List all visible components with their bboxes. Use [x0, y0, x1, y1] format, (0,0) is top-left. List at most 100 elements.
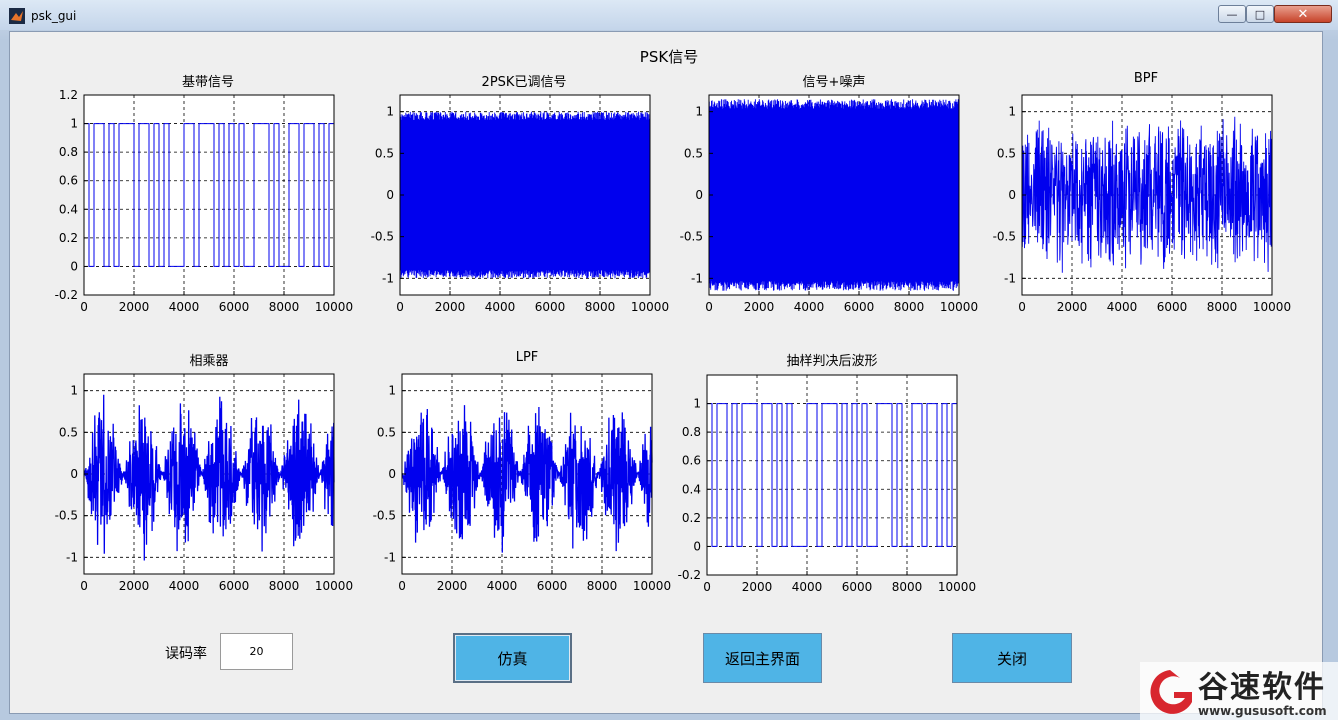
plot-title-mult: 相乘器	[189, 354, 229, 369]
y-tick-label: -0.2	[678, 568, 701, 582]
plot-bpf[interactable]: 0 2000 4000 6000 8000 10000 -1 -0.5 0 0.5 1	[982, 94, 1292, 317]
plot-decision[interactable]: 0 2000 4000 6000 8000 10000-0.200.20.40.60.81	[667, 374, 977, 597]
x-tick-label: 0	[80, 300, 88, 314]
x-tick-label: 10000	[938, 580, 976, 594]
y-tick-label: -1	[384, 550, 396, 564]
x-tick-label: 10000	[315, 579, 353, 593]
y-tick-label: -0.5	[55, 509, 78, 523]
matlab-icon	[9, 8, 25, 24]
y-tick-label: 1.2	[59, 88, 78, 102]
y-tick-label: 0.5	[997, 146, 1016, 160]
y-tick-label: 1	[386, 105, 394, 119]
y-tick-label: -0.5	[373, 509, 396, 523]
simulate-button[interactable]: 仿真	[453, 633, 572, 683]
plot-mult[interactable]: 0 2000 4000 6000 8000 10000 -1 -0.5 0 0.5 1	[44, 373, 354, 596]
y-tick-label: 0.4	[59, 202, 78, 216]
x-tick-label: 6000	[535, 300, 566, 314]
minimize-icon: —	[1226, 7, 1238, 21]
x-tick-label: 6000	[844, 300, 875, 314]
y-tick-label: 0.4	[682, 482, 701, 496]
y-tick-label: -0.5	[371, 230, 394, 244]
y-tick-label: 0	[386, 188, 394, 202]
x-tick-label: 6000	[219, 579, 250, 593]
x-tick-label: 2000	[742, 580, 773, 594]
x-tick-label: 0	[80, 579, 88, 593]
y-tick-label: 0.2	[59, 231, 78, 245]
plot-psk[interactable]: 0 2000 4000 6000 8000 10000 -1 -0.5 0 0.5 1	[360, 94, 670, 317]
x-tick-label: 10000	[940, 300, 978, 314]
x-tick-label: 2000	[437, 579, 468, 593]
y-tick-label: 0	[70, 467, 78, 481]
close-window-button[interactable]: ✕	[1274, 5, 1332, 23]
window-title: psk_gui	[31, 9, 77, 23]
y-tick-label: -1	[691, 271, 703, 285]
y-tick-label: 0.5	[375, 146, 394, 160]
plot-background	[84, 95, 334, 295]
x-tick-label: 2000	[1057, 300, 1088, 314]
title-bar[interactable]: psk_gui — □ ✕	[0, 0, 1338, 30]
plot-background	[707, 375, 957, 575]
simulate-label: 仿真	[497, 649, 528, 668]
y-tick-label: -0.5	[993, 230, 1016, 244]
x-tick-label: 4000	[1107, 300, 1138, 314]
x-tick-label: 0	[703, 580, 711, 594]
plot-title-psk: 2PSK已调信号	[481, 75, 567, 90]
y-tick-label: 1	[70, 384, 78, 398]
close-icon: ✕	[1297, 6, 1309, 22]
x-tick-label: 2000	[119, 300, 150, 314]
plot-baseband[interactable]: 0 2000 4000 6000 8000 10000-0.200.20.40.60.81…	[44, 88, 354, 317]
y-tick-label: -1	[1004, 271, 1016, 285]
plot-title-noisy: 信号+噪声	[802, 75, 866, 90]
y-tick-label: 0.2	[682, 511, 701, 525]
y-tick-label: -0.2	[55, 288, 78, 302]
ber-input[interactable]	[220, 633, 293, 670]
y-tick-label: -1	[66, 550, 78, 564]
y-tick-label: 0	[388, 467, 396, 481]
y-tick-label: -1	[382, 271, 394, 285]
x-tick-label: 6000	[537, 579, 568, 593]
x-tick-label: 10000	[631, 300, 669, 314]
back-label: 返回主界面	[724, 649, 800, 668]
x-tick-label: 4000	[794, 300, 825, 314]
plot-lpf[interactable]: 0 2000 4000 6000 8000 10000 -1 -0.5 0 0.5 1	[362, 373, 672, 596]
plot-title-bpf: BPF	[1133, 71, 1159, 86]
y-tick-label: 1	[695, 105, 703, 119]
y-tick-label: 0	[695, 188, 703, 202]
x-tick-label: 4000	[169, 579, 200, 593]
y-tick-label: 0	[1008, 188, 1016, 202]
y-tick-label: 0.6	[682, 454, 701, 468]
maximize-button[interactable]: □	[1246, 5, 1274, 23]
x-tick-label: 6000	[842, 580, 873, 594]
app-window: psk_gui — □ ✕ PSK信号 基带信号 2PSK已调信号 信号+噪声 …	[0, 0, 1338, 720]
y-tick-label: 0.6	[59, 174, 78, 188]
page-title: PSK信号	[639, 48, 699, 66]
minimize-button[interactable]: —	[1218, 5, 1246, 23]
x-tick-label: 8000	[894, 300, 925, 314]
y-tick-label: 1	[70, 117, 78, 131]
y-tick-label: 1	[1008, 105, 1016, 119]
x-tick-label: 6000	[1157, 300, 1188, 314]
y-tick-label: 0.5	[684, 146, 703, 160]
plot-title-lpf: LPF	[515, 350, 539, 365]
signal-trace	[708, 99, 960, 291]
x-tick-label: 10000	[315, 300, 353, 314]
x-tick-label: 0	[396, 300, 404, 314]
close-label: 关闭	[996, 649, 1027, 668]
y-tick-label: 0.8	[682, 425, 701, 439]
x-tick-label: 2000	[435, 300, 466, 314]
x-tick-label: 8000	[587, 579, 618, 593]
x-tick-label: 4000	[792, 580, 823, 594]
watermark-url: www.gususoft.com	[1198, 704, 1327, 718]
x-tick-label: 8000	[269, 579, 300, 593]
y-tick-label: -0.5	[680, 230, 703, 244]
x-tick-label: 10000	[1253, 300, 1291, 314]
x-tick-label: 4000	[485, 300, 516, 314]
ber-label: 误码率	[165, 646, 207, 662]
back-to-main-button[interactable]: 返回主界面	[703, 633, 822, 683]
close-button[interactable]: 关闭	[952, 633, 1072, 683]
x-tick-label: 0	[398, 579, 406, 593]
plot-noisy[interactable]: 0 2000 4000 6000 8000 10000 -1 -0.5 0 0.5 1	[669, 94, 979, 317]
x-tick-label: 0	[1018, 300, 1026, 314]
x-tick-label: 2000	[744, 300, 775, 314]
x-tick-label: 2000	[119, 579, 150, 593]
